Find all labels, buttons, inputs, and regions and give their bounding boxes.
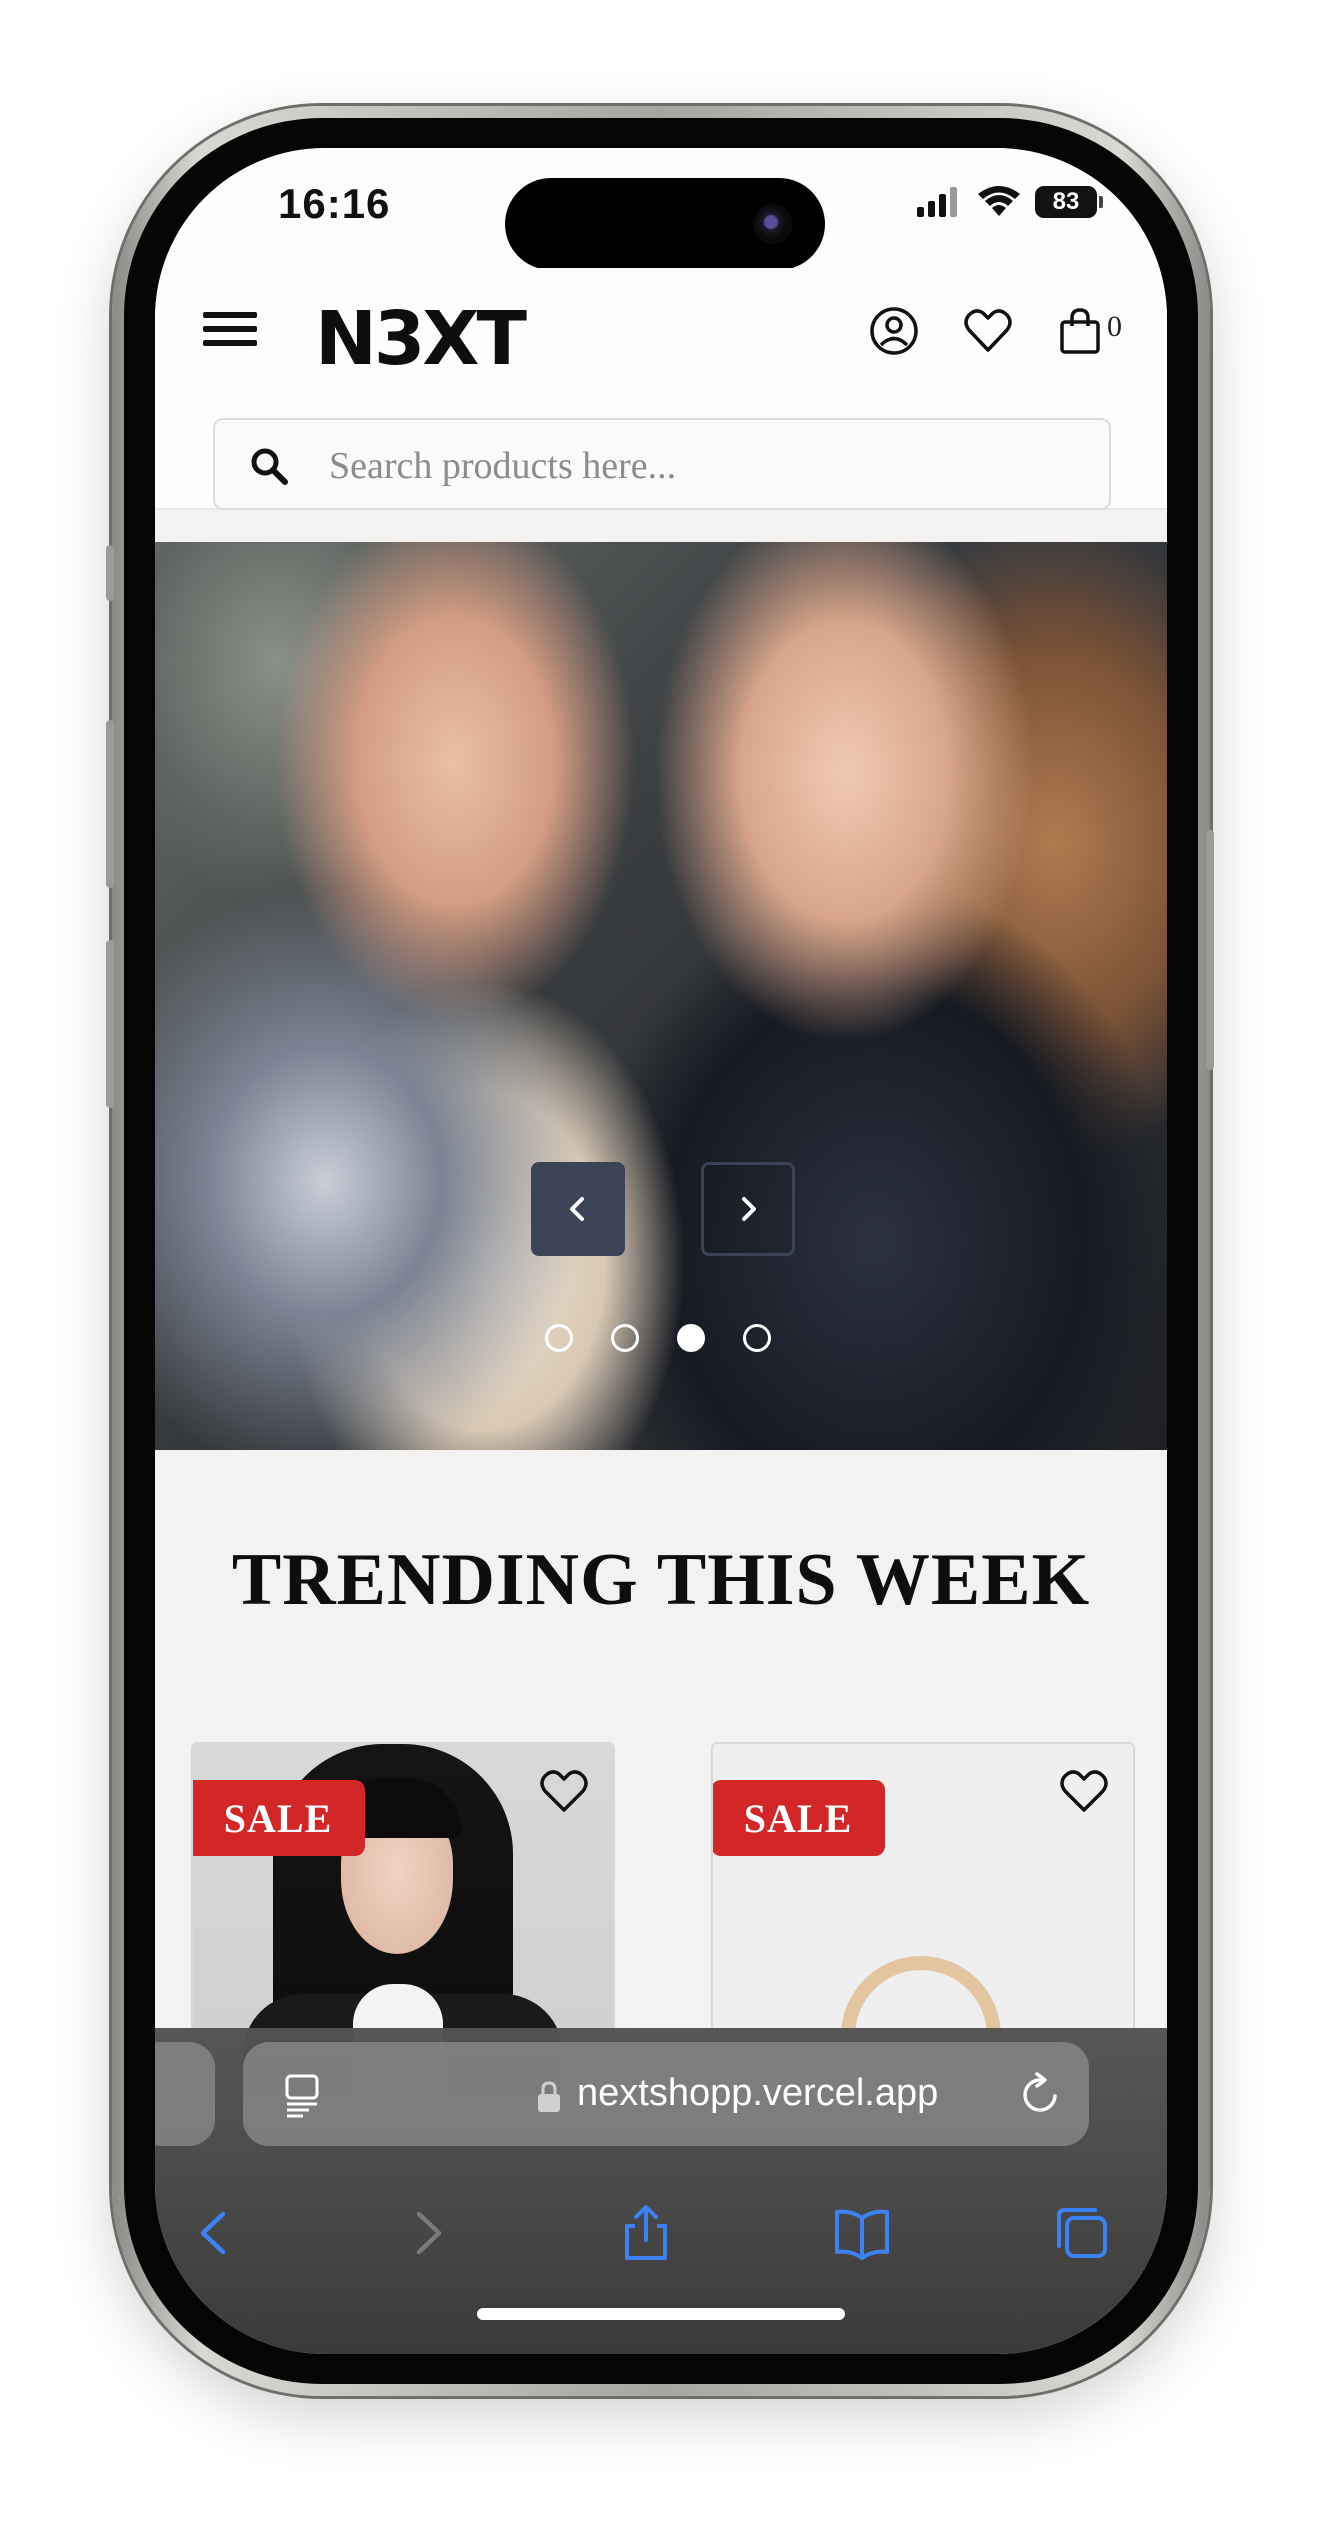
search-input[interactable]	[327, 438, 1071, 494]
carousel-prev-button[interactable]	[531, 1162, 625, 1256]
site-logo[interactable]: N3XT	[315, 296, 527, 382]
carousel-dot[interactable]	[743, 1324, 771, 1352]
status-time: 16:16	[278, 180, 391, 227]
bookmarks-icon[interactable]	[831, 2202, 893, 2264]
carousel-next-button[interactable]	[701, 1162, 795, 1256]
heart-icon[interactable]	[537, 1766, 591, 1816]
signal-icon	[917, 187, 957, 217]
site-header: N3XT 0	[155, 268, 1167, 388]
phone-screen: 16:16 83 N3XT 0 Search products here... …	[155, 148, 1167, 2354]
carousel-dot[interactable]	[611, 1324, 639, 1352]
search-icon	[251, 448, 288, 485]
forward-icon[interactable]	[395, 2202, 457, 2264]
hamburger-icon	[203, 326, 257, 332]
front-camera	[753, 204, 793, 244]
account-icon[interactable]	[867, 304, 921, 358]
previous-tab-pill[interactable]	[155, 2042, 215, 2146]
wifi-icon	[978, 186, 1020, 216]
share-icon[interactable]	[615, 2202, 677, 2264]
heart-icon[interactable]	[1057, 1766, 1111, 1816]
safari-toolbar: nextshopp.vercel.app	[155, 2028, 1167, 2354]
cart-count: 0	[1107, 310, 1122, 343]
volume-down-button	[106, 940, 114, 1108]
search-box[interactable]	[213, 418, 1111, 510]
menu-button[interactable]	[203, 312, 257, 356]
lock-icon	[538, 2081, 560, 2112]
wishlist-heart-icon[interactable]	[961, 304, 1015, 358]
status-icons: 83	[917, 186, 1103, 218]
power-button	[1206, 830, 1214, 1070]
tabs-icon[interactable]	[1051, 2202, 1113, 2264]
carousel-dot[interactable]	[545, 1324, 573, 1352]
battery-indicator: 83	[1035, 186, 1103, 218]
chevron-right-icon	[742, 1197, 756, 1221]
hamburger-icon	[203, 312, 257, 318]
tab-overview-icon[interactable]	[283, 2072, 327, 2118]
hamburger-icon	[203, 340, 257, 346]
search-section	[155, 388, 1167, 510]
reload-icon[interactable]	[1017, 2070, 1063, 2118]
trending-title: TRENDING THIS WEEK	[231, 1539, 1091, 1621]
chevron-left-icon	[570, 1197, 584, 1221]
carousel-dots	[545, 1324, 771, 1352]
action-button	[106, 545, 114, 601]
address-bar[interactable]: nextshopp.vercel.app	[243, 2042, 1089, 2146]
dynamic-island	[505, 178, 825, 270]
shopping-bag-icon[interactable]	[1053, 304, 1107, 358]
volume-up-button	[106, 720, 114, 888]
hero-carousel[interactable]	[155, 542, 1167, 1450]
back-icon[interactable]	[185, 2202, 247, 2264]
carousel-dot[interactable]	[677, 1324, 705, 1352]
sale-badge: SALE	[713, 1780, 885, 1856]
sale-badge: SALE	[193, 1780, 365, 1856]
url-text: nextshopp.vercel.app	[577, 2072, 939, 2114]
status-bar: 16:16 83	[155, 148, 1167, 270]
home-indicator	[477, 2308, 845, 2320]
